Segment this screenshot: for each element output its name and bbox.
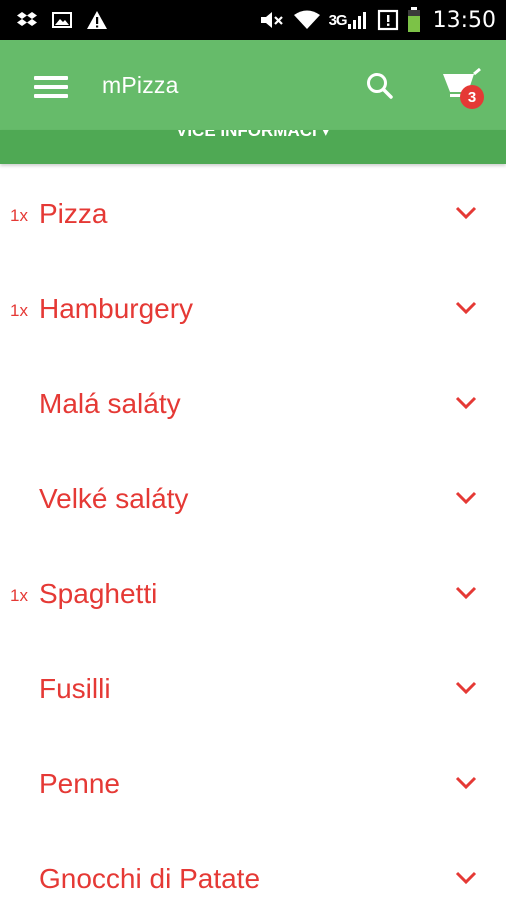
chevron-down-icon bbox=[455, 586, 477, 600]
mute-icon bbox=[259, 10, 285, 30]
hamburger-icon-line bbox=[34, 94, 68, 98]
app-bar: mPizza 3 bbox=[0, 40, 506, 130]
chevron-down-icon bbox=[455, 301, 477, 315]
category-name: Velké saláty bbox=[39, 483, 189, 514]
wifi-icon bbox=[293, 9, 321, 31]
hamburger-icon-line bbox=[34, 85, 68, 89]
hamburger-icon-line bbox=[34, 76, 68, 80]
status-bar: 3G 13:50 bbox=[0, 0, 506, 40]
category-name: Gnocchi di Patate bbox=[39, 863, 261, 894]
category-row-spaghetti[interactable]: 1x Spaghetti bbox=[0, 546, 506, 641]
category-list: 1x Pizza 1x Hamburgery Malá saláty Velké… bbox=[0, 166, 506, 900]
category-count: 1x bbox=[10, 301, 28, 320]
network-type-label: 3G bbox=[328, 11, 348, 29]
chevron-down-icon bbox=[455, 206, 477, 220]
chevron-down-icon bbox=[455, 681, 477, 695]
chevron-down-icon bbox=[455, 396, 477, 410]
more-info-toggle[interactable]: VÍCE INFORMACÍ ▾ bbox=[0, 130, 506, 141]
search-icon bbox=[367, 73, 393, 99]
chevron-down-icon bbox=[455, 776, 477, 790]
category-name: Hamburgery bbox=[39, 293, 194, 324]
chevron-down-icon bbox=[455, 491, 477, 505]
search-button[interactable] bbox=[364, 70, 396, 102]
cart-count-badge: 3 bbox=[460, 85, 484, 109]
info-strip: VÍCE INFORMACÍ ▾ bbox=[0, 130, 506, 164]
category-row-gnocchi[interactable]: Gnocchi di Patate bbox=[0, 831, 506, 900]
category-row-velke-salaty[interactable]: Velké saláty bbox=[0, 451, 506, 546]
category-row-mala-salaty[interactable]: Malá saláty bbox=[0, 356, 506, 451]
category-name: Fusilli bbox=[39, 673, 111, 704]
battery-icon bbox=[407, 7, 421, 33]
status-left-icons bbox=[0, 10, 108, 30]
category-row-fusilli[interactable]: Fusilli bbox=[0, 641, 506, 736]
image-icon bbox=[52, 12, 72, 28]
sim-icon bbox=[377, 9, 399, 31]
status-time: 13:50 bbox=[432, 7, 496, 33]
chevron-down-icon bbox=[455, 871, 477, 885]
category-count: 1x bbox=[10, 586, 28, 605]
app-title: mPizza bbox=[102, 72, 179, 98]
category-name: Penne bbox=[39, 768, 120, 799]
category-name: Spaghetti bbox=[39, 578, 158, 609]
cart-button[interactable]: 3 bbox=[440, 67, 486, 112]
status-right-icons: 3G 13:50 bbox=[259, 7, 506, 33]
warning-icon bbox=[86, 10, 108, 30]
menu-button[interactable] bbox=[34, 74, 70, 98]
category-row-hamburgery[interactable]: 1x Hamburgery bbox=[0, 261, 506, 356]
category-name: Malá saláty bbox=[39, 388, 181, 419]
category-count: 1x bbox=[10, 206, 28, 225]
category-row-penne[interactable]: Penne bbox=[0, 736, 506, 831]
category-name: Pizza bbox=[39, 198, 108, 229]
signal-icon: 3G bbox=[329, 10, 369, 30]
dropbox-icon bbox=[16, 11, 38, 29]
category-row-pizza[interactable]: 1x Pizza bbox=[0, 166, 506, 261]
